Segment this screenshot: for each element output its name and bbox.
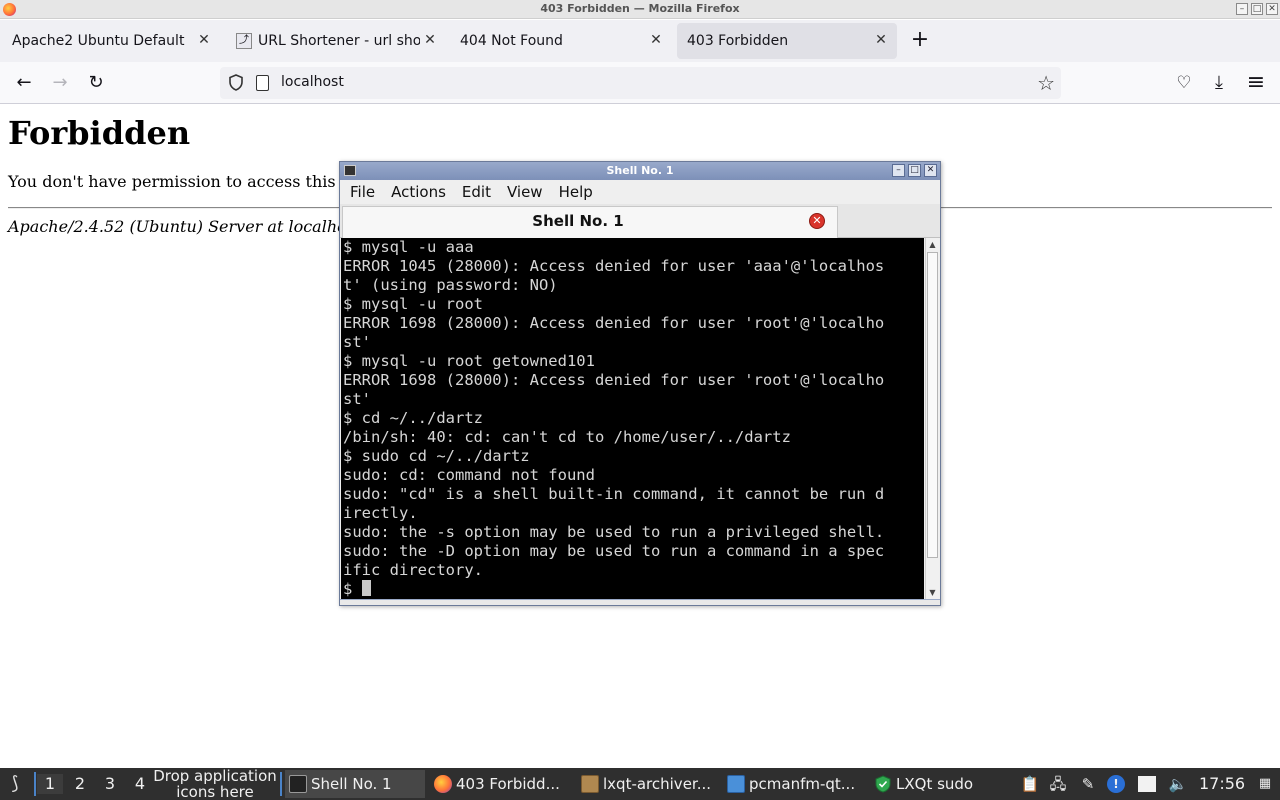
network-icon[interactable]: 🖧 [1048, 774, 1068, 794]
task-lxqt-sudo[interactable]: LXQt sudo [870, 770, 1010, 798]
tab-close-icon[interactable]: ✕ [648, 32, 664, 48]
task-pcmanfm[interactable]: pcmanfm-qt... [723, 770, 863, 798]
tab-apache-default[interactable]: Apache2 Ubuntu Default Page ✕ [2, 23, 220, 59]
new-tab-button[interactable]: + [908, 29, 932, 53]
browser-titlebar: 403 Forbidden — Mozilla Firefox – □ ✕ [0, 0, 1280, 19]
task-firefox[interactable]: 403 Forbidd... [430, 770, 570, 798]
workspace-1[interactable]: 1 [37, 774, 63, 794]
bookmark-star-icon[interactable]: ☆ [1037, 71, 1055, 95]
volume-icon[interactable]: 🔈 [1168, 774, 1188, 794]
menu-view[interactable]: View [507, 183, 543, 201]
reload-button[interactable]: ↻ [84, 71, 108, 95]
terminal-icon [289, 775, 307, 793]
firefox-icon [434, 775, 452, 793]
favicon-icon: ⤴ [236, 33, 252, 49]
archive-icon [581, 775, 599, 793]
terminal-close-button[interactable]: ✕ [924, 164, 937, 177]
quicklaunch-drop-area[interactable]: Drop application icons here [150, 768, 280, 800]
task-label: 403 Forbidd... [456, 775, 560, 793]
downloads-icon[interactable]: ⤓ [1207, 71, 1231, 95]
minimize-button[interactable]: – [1236, 3, 1248, 15]
back-button[interactable]: ← [12, 71, 36, 95]
tab-close-icon[interactable]: ✕ [196, 32, 212, 48]
task-archiver[interactable]: lxqt-archiver... [577, 770, 717, 798]
task-label: Shell No. 1 [311, 775, 392, 793]
app-menu-icon[interactable]: ≡ [1244, 71, 1268, 95]
shield-icon [875, 775, 891, 793]
terminal-tab[interactable]: Shell No. 1 ✕ [342, 206, 838, 238]
tracking-shield-icon[interactable] [228, 74, 244, 91]
terminal-text: $ mysql -u aaa ERROR 1045 (28000): Acces… [343, 238, 885, 598]
page-info-icon[interactable] [256, 75, 269, 91]
terminal-minimize-button[interactable]: – [892, 164, 905, 177]
terminal-scrollbar[interactable]: ▲ ▼ [925, 238, 939, 599]
taskbar-separator [280, 772, 282, 796]
task-label: pcmanfm-qt... [749, 775, 856, 793]
tab-label: Apache2 Ubuntu Default Page [12, 33, 190, 49]
tab-close-icon[interactable]: ✕ [422, 32, 438, 48]
tab-label: 404 Not Found [460, 33, 563, 49]
forward-button[interactable]: → [48, 71, 72, 95]
tab-403-active[interactable]: 403 Forbidden ✕ [677, 23, 897, 59]
tab-close-icon[interactable]: ✕ [873, 32, 889, 48]
terminal-tab-label: Shell No. 1 [532, 212, 624, 230]
tab-url-shortener[interactable]: ⤴ URL Shortener - url shortener ✕ [226, 23, 446, 59]
terminal-titlebar[interactable]: Shell No. 1 – □ ✕ [340, 162, 940, 180]
window-controls: – □ ✕ [1236, 3, 1278, 15]
terminal-title: Shell No. 1 [606, 164, 674, 177]
close-window-button[interactable]: ✕ [1266, 3, 1278, 15]
terminal-window[interactable]: Shell No. 1 – □ ✕ File Actions Edit View… [339, 161, 941, 606]
terminal-tabbar: Shell No. 1 ✕ [340, 204, 940, 238]
tab-strip: Apache2 Ubuntu Default Page ✕ ⤴ URL Shor… [0, 20, 1280, 62]
clipboard-icon[interactable]: 📋 [1020, 774, 1040, 794]
info-icon[interactable]: ! [1107, 775, 1125, 793]
menu-edit[interactable]: Edit [462, 183, 491, 201]
clock[interactable]: 17:56 [1199, 774, 1245, 794]
window-title: 403 Forbidden — Mozilla Firefox [540, 2, 740, 15]
pocket-icon[interactable]: ♡ [1172, 71, 1196, 95]
terminal-menubar: File Actions Edit View Help [340, 180, 940, 204]
start-menu-icon[interactable]: ⟆ [4, 773, 26, 795]
close-tab-icon[interactable]: ✕ [809, 213, 825, 229]
task-label: lxqt-archiver... [603, 775, 712, 793]
workspace-2[interactable]: 2 [67, 774, 93, 794]
page-heading: Forbidden [8, 114, 191, 152]
terminal-output[interactable]: $ mysql -u aaa ERROR 1045 (28000): Acces… [341, 238, 924, 599]
taskbar-separator [34, 772, 36, 796]
tools-icon[interactable]: ✎ [1078, 774, 1098, 794]
terminal-maximize-button[interactable]: □ [908, 164, 921, 177]
notes-icon[interactable] [1138, 776, 1156, 792]
url-text[interactable]: localhost [281, 74, 344, 90]
maximize-button[interactable]: □ [1251, 3, 1263, 15]
workspace-3[interactable]: 3 [97, 774, 123, 794]
task-label: LXQt sudo [896, 775, 974, 793]
task-shell[interactable]: Shell No. 1 [285, 770, 425, 798]
terminal-bottom-edge [340, 599, 940, 605]
menu-actions[interactable]: Actions [391, 183, 446, 201]
show-desktop-icon[interactable]: ▦ [1255, 774, 1275, 794]
terminal-cursor [361, 580, 371, 596]
taskbar: ⟆ 1 2 3 4 Drop application icons here Sh… [0, 768, 1280, 800]
tab-label: URL Shortener - url shortener [258, 33, 420, 49]
menu-help[interactable]: Help [559, 183, 593, 201]
folder-icon [727, 775, 745, 793]
scroll-up-icon[interactable]: ▲ [926, 238, 939, 251]
terminal-window-controls: – □ ✕ [892, 164, 937, 177]
menu-file[interactable]: File [350, 183, 375, 201]
url-bar[interactable]: localhost ☆ [220, 67, 1061, 99]
scrollbar-thumb[interactable] [927, 252, 938, 558]
tab-label: 403 Forbidden [687, 33, 789, 49]
navigation-toolbar: ← → ↻ localhost ☆ ♡ ⤓ ≡ [0, 62, 1280, 104]
scroll-down-icon[interactable]: ▼ [926, 586, 939, 599]
tab-404[interactable]: 404 Not Found ✕ [450, 23, 672, 59]
